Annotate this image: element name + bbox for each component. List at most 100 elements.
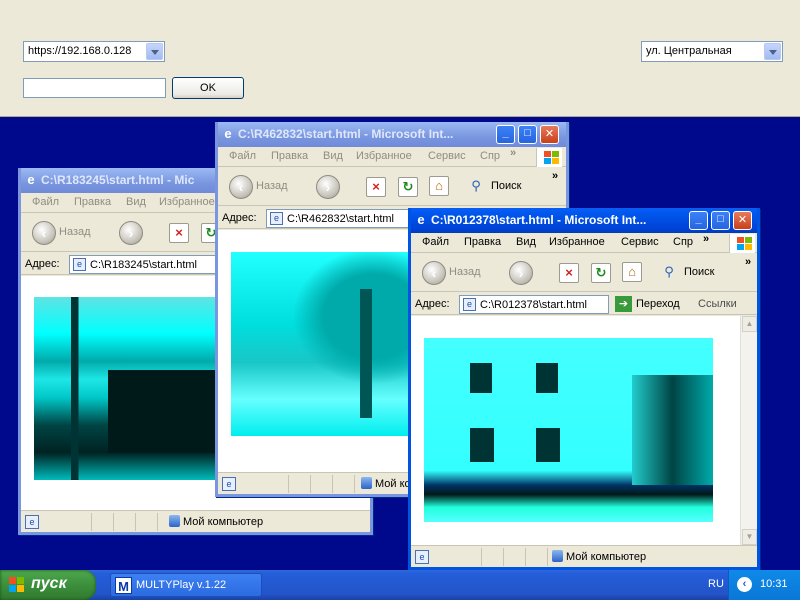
camera-image bbox=[424, 338, 713, 522]
vertical-scrollbar[interactable]: ▲ ▼ bbox=[740, 316, 757, 545]
maximize-button[interactable]: □ bbox=[518, 125, 537, 144]
search-label[interactable]: Поиск bbox=[491, 180, 521, 192]
links-label[interactable]: Ссылки bbox=[698, 298, 737, 310]
menu-help[interactable]: Спр bbox=[480, 150, 500, 162]
forward-arrow-icon[interactable]: › bbox=[119, 221, 143, 245]
computer-icon bbox=[361, 477, 372, 489]
url-select-value: https://192.168.0.128 bbox=[28, 45, 132, 57]
menu-favorites[interactable]: Избранное bbox=[356, 150, 412, 162]
back-arrow-icon[interactable]: ‹ bbox=[229, 175, 253, 199]
search-icon[interactable]: ⚲ bbox=[659, 262, 679, 282]
go-arrow-icon[interactable]: ➔ bbox=[615, 296, 632, 312]
window-titlebar[interactable]: e C:\R462832\start.html - Microsoft Int.… bbox=[218, 122, 566, 147]
back-arrow-icon[interactable]: ‹ bbox=[422, 261, 446, 285]
menu-file[interactable]: Файл bbox=[32, 196, 59, 208]
menu-view[interactable]: Вид bbox=[323, 150, 343, 162]
back-arrow-icon[interactable]: ‹ bbox=[32, 221, 56, 245]
language-indicator[interactable]: RU bbox=[708, 578, 724, 590]
ie-icon: e bbox=[27, 172, 35, 187]
tray-chevron-icon[interactable]: ‹ bbox=[737, 577, 752, 592]
system-tray: ‹ 10:31 bbox=[728, 570, 800, 600]
menu-edit[interactable]: Правка bbox=[271, 150, 308, 162]
clock[interactable]: 10:31 bbox=[760, 578, 788, 590]
ok-button[interactable]: OK bbox=[172, 77, 244, 99]
page-icon: e bbox=[463, 298, 476, 311]
address-label: Адрес: bbox=[25, 258, 60, 270]
refresh-icon[interactable]: ↻ bbox=[591, 263, 611, 283]
home-icon[interactable]: ⌂ bbox=[429, 176, 449, 196]
page-icon: e bbox=[222, 477, 236, 491]
menu-edit[interactable]: Правка bbox=[464, 236, 501, 248]
address-input[interactable]: e C:\R462832\start.html bbox=[266, 209, 416, 228]
menu-help[interactable]: Спр bbox=[673, 236, 693, 248]
ie-window-r012378[interactable]: e C:\R012378\start.html - Microsoft Int.… bbox=[408, 208, 760, 570]
address-value: C:\R183245\start.html bbox=[90, 259, 197, 271]
chevron-right-icon[interactable]: » bbox=[745, 256, 751, 268]
menu-favorites[interactable]: Избранное bbox=[159, 196, 215, 208]
windows-logo-icon bbox=[729, 234, 755, 253]
status-zone: Мой компьютер bbox=[169, 515, 263, 528]
command-input[interactable] bbox=[23, 78, 166, 98]
close-button[interactable]: ✕ bbox=[733, 211, 752, 230]
computer-icon bbox=[552, 550, 563, 562]
address-value: C:\R462832\start.html bbox=[287, 213, 394, 225]
address-value: C:\R012378\start.html bbox=[480, 299, 587, 311]
page-icon: e bbox=[415, 550, 429, 564]
menu-view[interactable]: Вид bbox=[516, 236, 536, 248]
stop-icon[interactable]: × bbox=[366, 177, 386, 197]
minimize-button[interactable]: _ bbox=[496, 125, 515, 144]
menu-file[interactable]: Файл bbox=[229, 150, 256, 162]
scroll-up-icon[interactable]: ▲ bbox=[742, 316, 757, 332]
menu-tools[interactable]: Сервис bbox=[621, 236, 659, 248]
scroll-down-icon[interactable]: ▼ bbox=[742, 529, 757, 545]
ie-icon: e bbox=[417, 212, 425, 227]
chevron-right-icon[interactable]: » bbox=[552, 170, 558, 182]
close-button[interactable]: ✕ bbox=[540, 125, 559, 144]
minimize-button[interactable]: _ bbox=[689, 211, 708, 230]
toolbar: ‹ Назад › × ↻ ⌂ ⚲ Поиск » bbox=[218, 168, 566, 206]
stop-icon[interactable]: × bbox=[559, 263, 579, 283]
start-label: пуск bbox=[31, 575, 67, 592]
address-input[interactable]: e C:\R012378\start.html bbox=[459, 295, 609, 314]
chevron-right-icon[interactable]: » bbox=[703, 233, 709, 245]
camera-image bbox=[231, 252, 421, 436]
street-select[interactable]: ул. Центральная bbox=[641, 41, 783, 62]
go-button[interactable]: Переход bbox=[636, 298, 680, 310]
page-content: ▲ ▼ bbox=[411, 316, 757, 545]
back-label[interactable]: Назад bbox=[449, 266, 481, 278]
statusbar: e Мой компьютер bbox=[411, 545, 757, 567]
street-select-value: ул. Центральная bbox=[646, 45, 732, 57]
chevron-right-icon[interactable]: » bbox=[510, 147, 516, 159]
start-button[interactable]: пуск bbox=[0, 570, 96, 600]
stop-icon[interactable]: × bbox=[169, 223, 189, 243]
maximize-button[interactable]: □ bbox=[711, 211, 730, 230]
chevron-down-icon[interactable] bbox=[764, 43, 781, 60]
home-icon[interactable]: ⌂ bbox=[622, 262, 642, 282]
search-label[interactable]: Поиск bbox=[684, 266, 714, 278]
camera-image bbox=[34, 297, 219, 480]
statusbar: e Мой компьютер bbox=[21, 510, 370, 532]
back-label[interactable]: Назад bbox=[256, 180, 288, 192]
page-icon: e bbox=[270, 212, 283, 225]
window-title: C:\R012378\start.html - Microsoft Int... bbox=[431, 213, 647, 227]
forward-arrow-icon[interactable]: › bbox=[509, 261, 533, 285]
search-icon[interactable]: ⚲ bbox=[466, 176, 486, 196]
address-input[interactable]: e C:\R183245\start.html bbox=[69, 255, 221, 274]
page-icon: e bbox=[25, 515, 39, 529]
taskbar: пуск M MULTYPlay v.1.22 RU ‹ 10:31 bbox=[0, 570, 800, 600]
taskbar-item-multyplay[interactable]: M MULTYPlay v.1.22 bbox=[110, 573, 262, 597]
windows-logo-icon bbox=[536, 148, 562, 167]
menu-view[interactable]: Вид bbox=[126, 196, 146, 208]
chevron-down-icon[interactable] bbox=[146, 43, 163, 60]
window-titlebar[interactable]: e C:\R012378\start.html - Microsoft Int.… bbox=[411, 208, 757, 233]
refresh-icon[interactable]: ↻ bbox=[398, 177, 418, 197]
back-label[interactable]: Назад bbox=[59, 226, 91, 238]
menu-tools[interactable]: Сервис bbox=[428, 150, 466, 162]
address-label: Адрес: bbox=[222, 212, 257, 224]
menubar: Файл Правка Вид Избранное Сервис Спр » bbox=[218, 147, 566, 167]
url-select[interactable]: https://192.168.0.128 bbox=[23, 41, 165, 62]
menu-file[interactable]: Файл bbox=[422, 236, 449, 248]
forward-arrow-icon[interactable]: › bbox=[316, 175, 340, 199]
menu-favorites[interactable]: Избранное bbox=[549, 236, 605, 248]
menu-edit[interactable]: Правка bbox=[74, 196, 111, 208]
